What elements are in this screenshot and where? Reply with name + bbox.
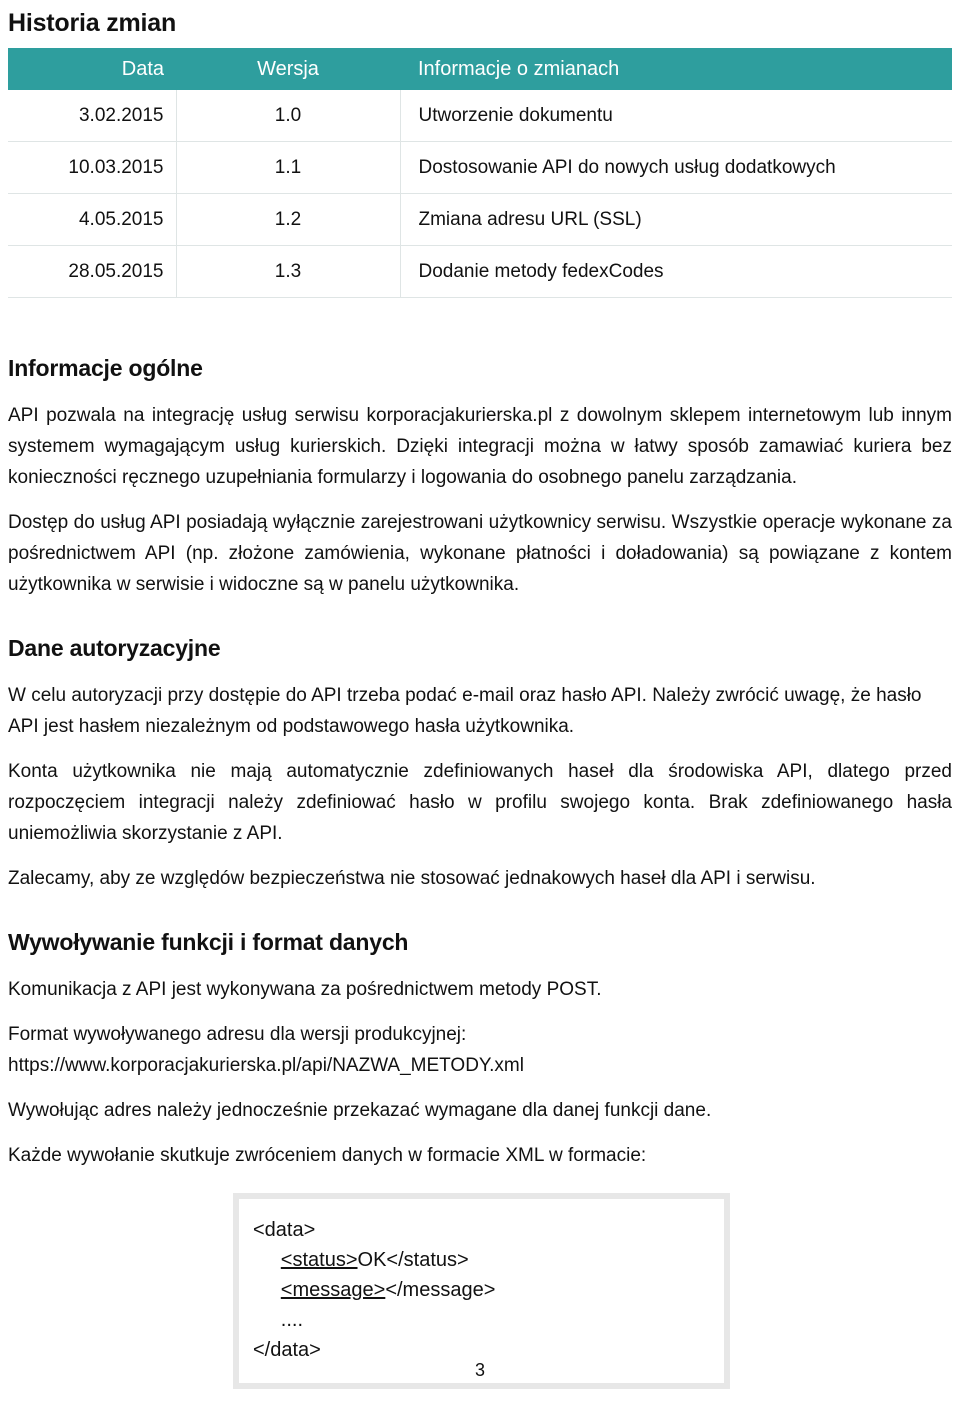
cell-info: Zmiana adresu URL (SSL) [400, 193, 952, 246]
cell-date: 28.05.2015 [8, 245, 177, 298]
table-row: 3.02.2015 1.0 Utworzenie dokumentu [8, 90, 952, 142]
cell-info: Dostosowanie API do nowych usług dodatko… [400, 141, 952, 194]
auth-paragraph-1: W celu autoryzacji przy dostępie do API … [8, 685, 922, 737]
code-value-status: OK [357, 1249, 387, 1271]
auth-paragraph-3: Zalecamy, aby ze względów bezpieczeństwa… [8, 868, 816, 889]
general-paragraph-1: API pozwala na integrację usług serwisu … [8, 405, 952, 488]
page-number: 3 [474, 1360, 485, 1380]
calling-paragraph-1: Komunikacja z API jest wykonywana za poś… [8, 979, 602, 1000]
cell-date: 4.05.2015 [8, 193, 177, 246]
table-header-row: Data Wersja Informacje o zmianach [8, 48, 952, 90]
code-tag-status-close: </status> [386, 1249, 469, 1271]
table-row: 10.03.2015 1.1 Dostosowanie API do nowyc… [8, 141, 952, 194]
table-row: 28.05.2015 1.3 Dodanie metody fedexCodes [8, 245, 952, 298]
page-title: Historia zmian [8, 9, 177, 37]
calling-paragraph-4: Każde wywołanie skutkuje zwróceniem dany… [8, 1145, 647, 1166]
calling-api-url: https://www.korporacjakurierska.pl/api/N… [8, 1055, 524, 1076]
code-line-data-open: <data> [253, 1219, 316, 1241]
table-row: 4.05.2015 1.2 Zmiana adresu URL (SSL) [8, 193, 952, 246]
code-line-data-close: </data> [253, 1339, 321, 1361]
change-history-table: Data Wersja Informacje o zmianach 3.02.2… [8, 48, 952, 298]
document-page: Historia zmian Data Wersja Informacje o … [0, 0, 960, 1401]
general-paragraph-2: Dostęp do usług API posiadają wyłącznie … [8, 512, 952, 595]
table-header: Data Wersja Informacje o zmianach [8, 48, 952, 90]
cell-version: 1.0 [176, 90, 401, 142]
cell-date: 3.02.2015 [8, 90, 177, 142]
code-line-ellipsis: .... [280, 1309, 304, 1331]
cell-version: 1.2 [176, 193, 401, 246]
auth-paragraph-2: Konta użytkownika nie mają automatycznie… [8, 761, 952, 844]
column-header-date: Data [8, 48, 176, 90]
xml-code-text: <data> <status>OK</status> <message></me… [253, 1215, 710, 1365]
column-header-version: Wersja [176, 48, 400, 90]
cell-version: 1.1 [176, 141, 401, 194]
code-tag-message-close: </message> [385, 1279, 496, 1301]
cell-info: Utworzenie dokumentu [400, 90, 952, 142]
cell-info: Dodanie metody fedexCodes [400, 245, 952, 298]
calling-paragraph-3: Wywołując adres należy jednocześnie prze… [8, 1100, 712, 1121]
code-tag-message-open: <message> [280, 1279, 386, 1301]
calling-paragraph-2: Format wywoływanego adresu dla wersji pr… [8, 1024, 467, 1045]
section-heading-auth: Dane autoryzacyjne [8, 635, 221, 661]
section-heading-general: Informacje ogólne [8, 355, 203, 381]
code-tag-status-open: <status> [280, 1249, 358, 1271]
cell-version: 1.3 [176, 245, 401, 298]
cell-date: 10.03.2015 [8, 141, 177, 194]
table-body: 3.02.2015 1.0 Utworzenie dokumentu 10.03… [8, 90, 952, 298]
column-header-info: Informacje o zmianach [400, 48, 952, 90]
section-heading-calling: Wywoływanie funkcji i format danych [8, 929, 409, 955]
xml-code-inner: <data> <status>OK</status> <message></me… [239, 1199, 724, 1383]
page-content: Historia zmian Data Wersja Informacje o … [8, 0, 952, 1389]
